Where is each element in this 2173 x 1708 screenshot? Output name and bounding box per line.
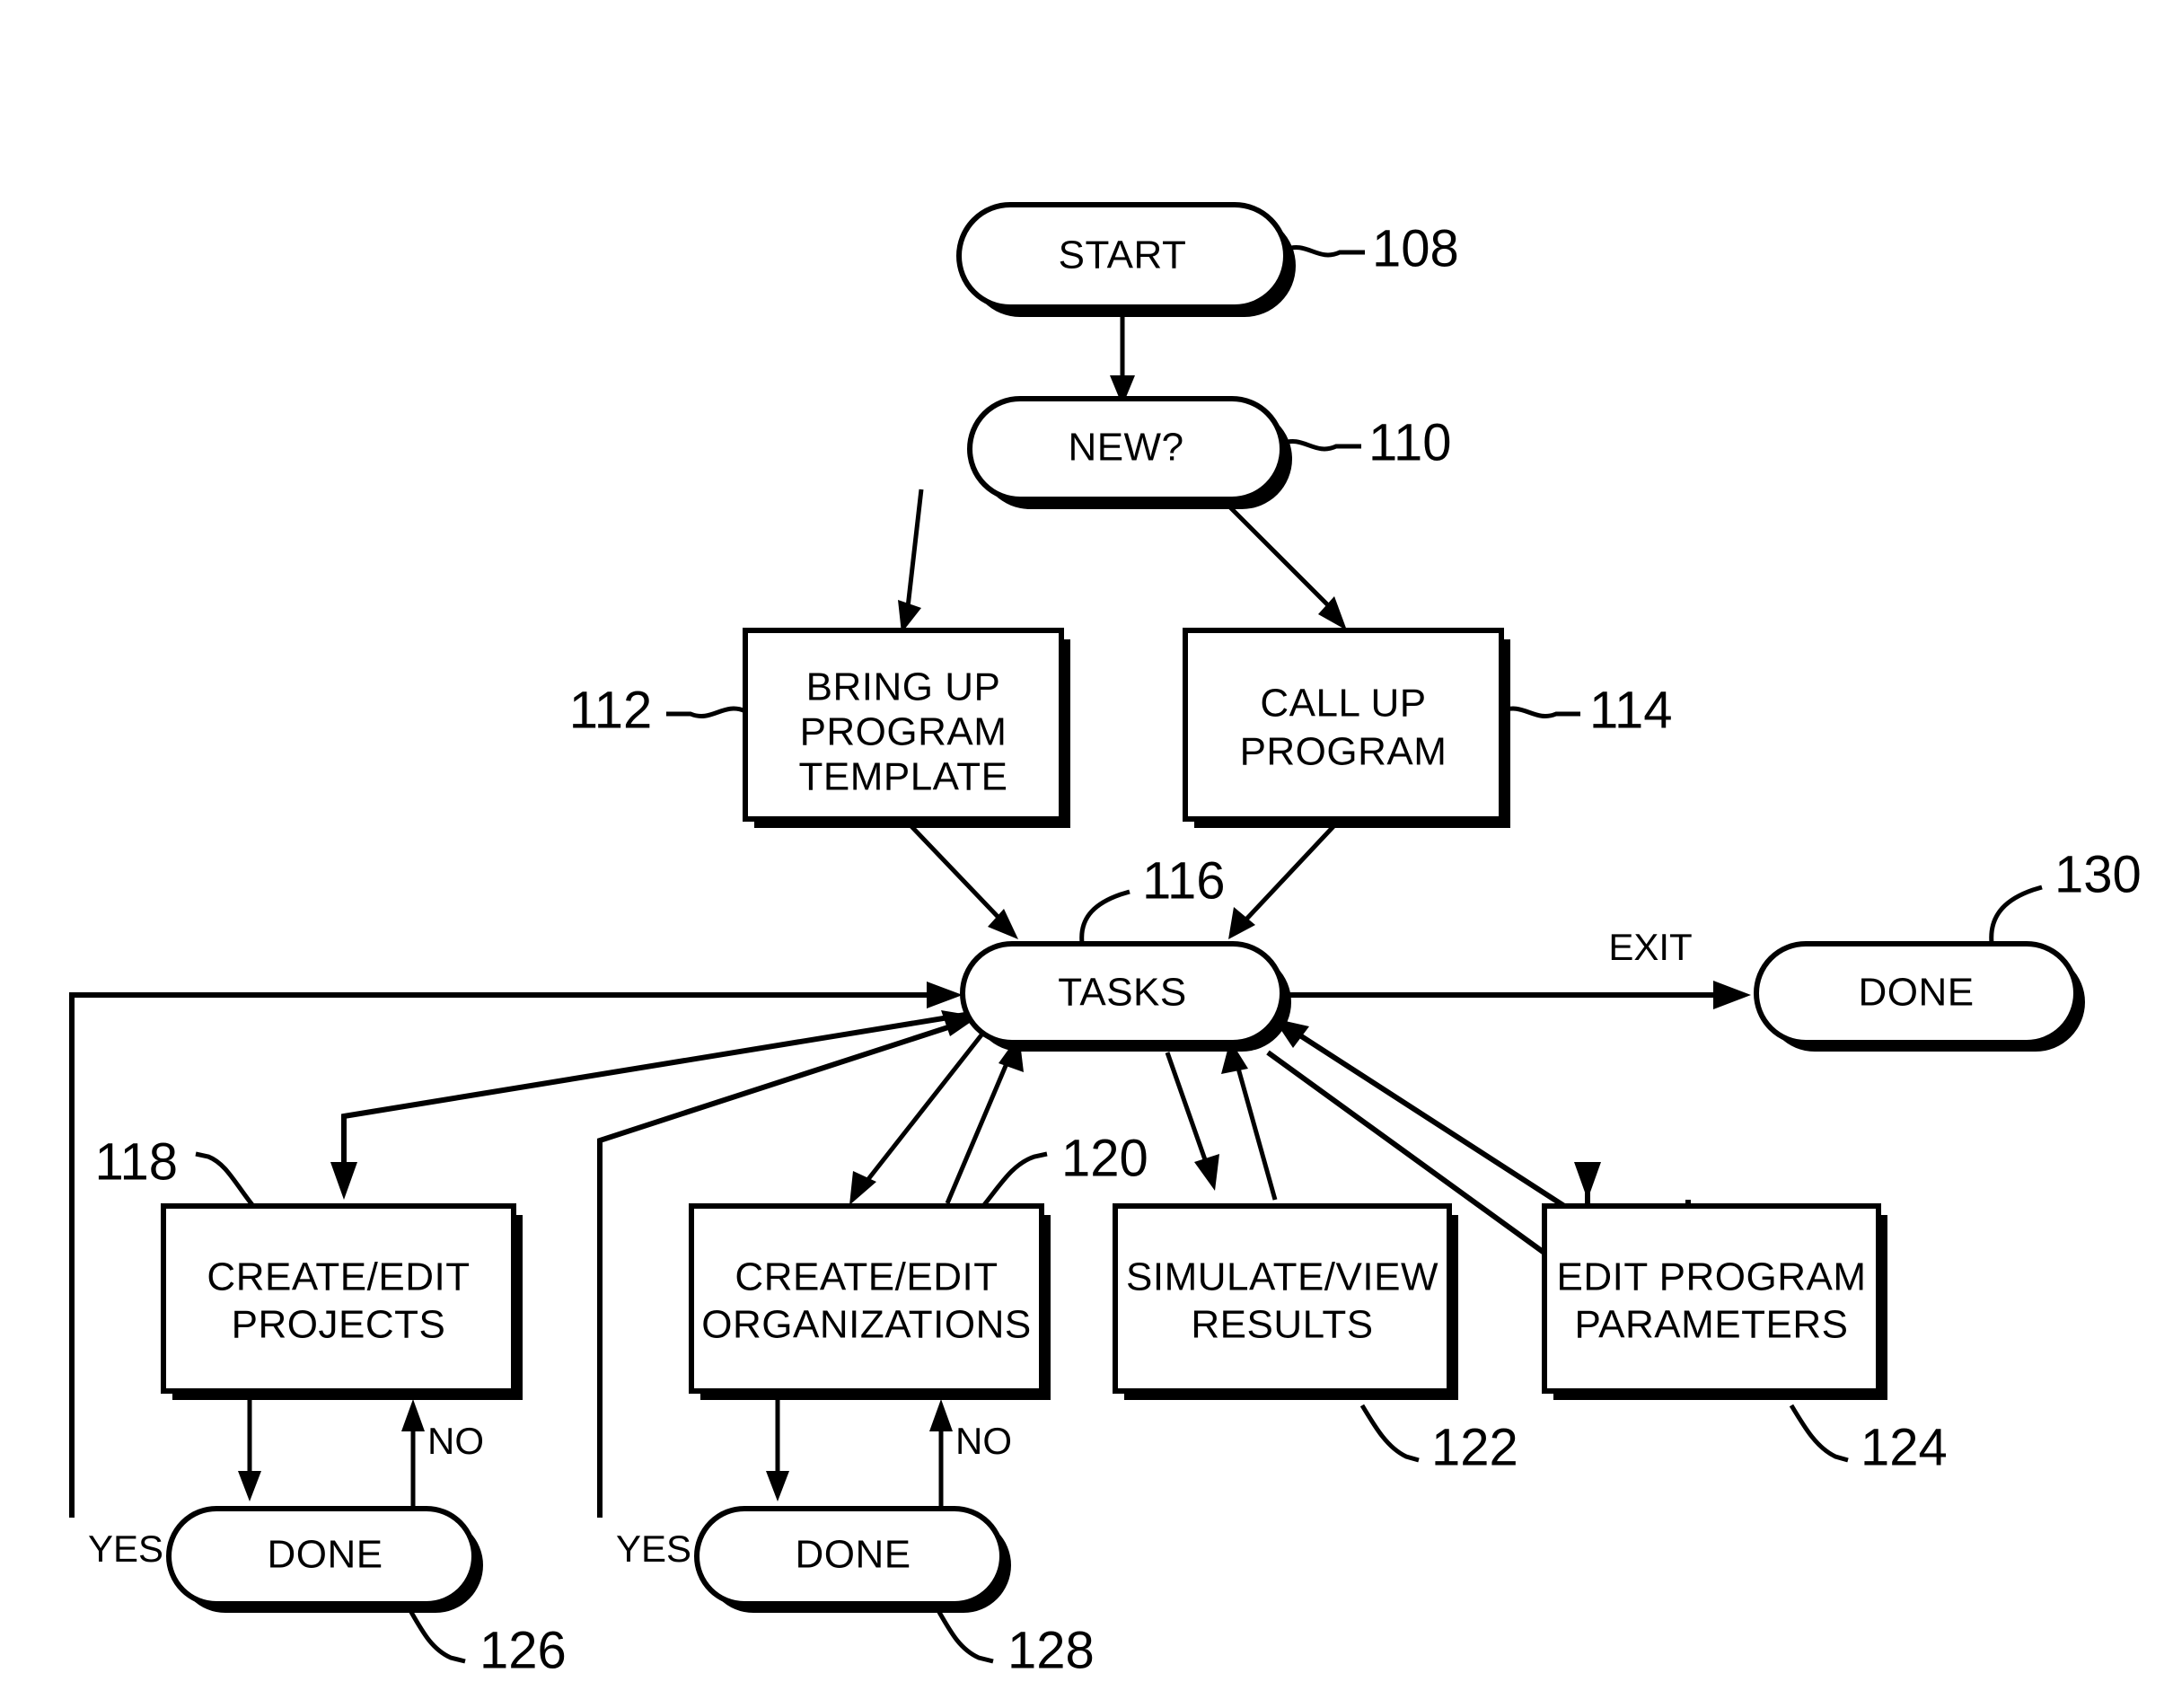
edge-label-no-projects: NO	[427, 1420, 484, 1462]
node-projects-line2: PROJECTS	[232, 1303, 446, 1347]
leader-130: 130	[1989, 845, 2142, 944]
node-done-exit-label: DONE	[1858, 971, 1974, 1015]
ref-number-122: 122	[1431, 1418, 1518, 1476]
node-create-edit-projects[interactable]: CREATE/EDIT PROJECTS	[161, 1203, 523, 1400]
node-tasks[interactable]: TASKS	[960, 941, 1291, 1052]
node-orgs-line1: CREATE/EDIT	[735, 1255, 998, 1299]
edge-tasks-to-simulate	[1165, 1052, 1219, 1191]
leader-122: 122	[1359, 1404, 1518, 1476]
edge-done-orgs-no-to-orgs	[929, 1399, 953, 1509]
edge-projects-to-done-proj	[238, 1394, 261, 1501]
node-done-projects[interactable]: DONE	[166, 1506, 483, 1613]
node-call-up-program[interactable]: CALL UP PROGRAM	[1183, 628, 1510, 828]
edge-label-no-organizations: NO	[955, 1420, 1012, 1462]
edge-orgs-to-done-orgs	[766, 1394, 789, 1501]
edge-label-yes-projects: YES	[88, 1528, 163, 1570]
edge-tasks-to-orgs	[849, 1031, 985, 1205]
ref-number-114: 114	[1589, 681, 1672, 739]
node-simulate-view-results[interactable]: SIMULATE/VIEW RESULTS	[1113, 1203, 1458, 1400]
edge-done-proj-no-to-projects	[401, 1399, 425, 1509]
ref-number-128: 128	[1007, 1621, 1095, 1679]
node-edit-program-parameters[interactable]: EDIT PROGRAM PARAMETERS	[1542, 1203, 1887, 1400]
leader-128: 128	[934, 1606, 1095, 1679]
edge-new-to-call-up	[1210, 488, 1347, 630]
node-call-up-line1: CALL UP	[1260, 682, 1426, 726]
edge-tasks-to-projects	[330, 1012, 966, 1200]
node-bring-up-line1: BRING UP	[806, 665, 1001, 709]
flowchart-canvas: START 108 NEW? 110 BRING UP PROGRAM TEMP…	[0, 0, 2173, 1708]
node-params-line2: PARAMETERS	[1575, 1303, 1849, 1347]
node-projects-line1: CREATE/EDIT	[207, 1255, 470, 1299]
ref-number-126: 126	[479, 1621, 567, 1679]
ref-number-110: 110	[1368, 413, 1451, 471]
leader-108: 108	[1285, 219, 1459, 277]
ref-number-108: 108	[1372, 219, 1459, 277]
ref-number-116: 116	[1142, 851, 1225, 910]
leader-112: 112	[569, 681, 747, 739]
flowchart-svg: START 108 NEW? 110 BRING UP PROGRAM TEMP…	[69, 202, 2142, 1679]
ref-number-112: 112	[569, 681, 652, 739]
node-new[interactable]: NEW?	[967, 396, 1292, 509]
node-done-projects-label: DONE	[267, 1533, 383, 1577]
leader-118: 118	[95, 1132, 255, 1208]
ref-number-124: 124	[1861, 1418, 1948, 1476]
node-bring-up-program-template[interactable]: BRING UP PROGRAM TEMPLATE	[743, 628, 1070, 828]
edge-label-exit: EXIT	[1608, 926, 1692, 968]
node-bring-up-line3: TEMPLATE	[798, 755, 1007, 799]
edge-bring-up-to-tasks	[905, 820, 1018, 939]
leader-110: 110	[1281, 413, 1451, 471]
node-done-exit[interactable]: DONE	[1754, 941, 2085, 1052]
node-start[interactable]: START	[956, 202, 1296, 317]
ref-number-118: 118	[95, 1132, 178, 1191]
edge-start-to-new	[1110, 313, 1135, 406]
node-start-label: START	[1059, 233, 1187, 277]
edge-simulate-to-tasks	[1221, 1040, 1278, 1201]
leader-114: 114	[1500, 681, 1672, 739]
node-simulate-line2: RESULTS	[1191, 1303, 1373, 1347]
edge-new-to-bring-up	[898, 489, 924, 633]
leader-120: 120	[981, 1129, 1148, 1208]
leader-126: 126	[406, 1606, 567, 1679]
node-create-edit-organizations[interactable]: CREATE/EDIT ORGANIZATIONS	[689, 1203, 1051, 1400]
leader-124: 124	[1789, 1404, 1948, 1476]
edge-orgs-to-tasks	[945, 1034, 1024, 1204]
leader-116: 116	[1079, 851, 1225, 944]
node-simulate-line1: SIMULATE/VIEW	[1126, 1255, 1438, 1299]
edge-label-yes-organizations: YES	[616, 1528, 691, 1570]
ref-number-120: 120	[1061, 1129, 1148, 1187]
node-bring-up-line2: PROGRAM	[800, 710, 1007, 754]
node-done-organizations-label: DONE	[795, 1533, 911, 1577]
node-new-label: NEW?	[1068, 426, 1183, 470]
node-orgs-line2: ORGANIZATIONS	[701, 1303, 1031, 1347]
edge-tasks-to-done-exit	[1286, 981, 1751, 1009]
node-tasks-label: TASKS	[1058, 971, 1187, 1015]
node-done-organizations[interactable]: DONE	[694, 1506, 1011, 1613]
node-call-up-line2: PROGRAM	[1240, 730, 1447, 774]
edge-call-up-to-tasks	[1228, 820, 1340, 939]
ref-number-130: 130	[2054, 845, 2142, 903]
node-params-line1: EDIT PROGRAM	[1556, 1255, 1866, 1299]
